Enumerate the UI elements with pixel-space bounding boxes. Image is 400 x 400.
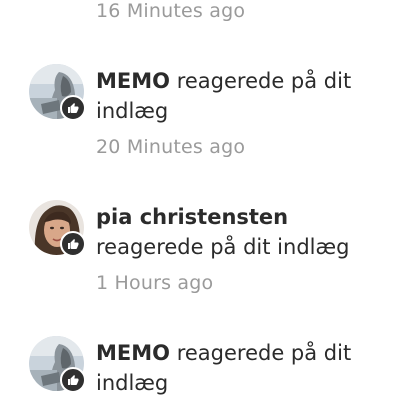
notification-item[interactable]: MEMO reagerede på dit indlæg 20 Minutes … xyxy=(0,62,400,172)
notification-text: pia christensten reagerede på dit indlæg xyxy=(96,202,396,262)
notification-time: 20 Minutes ago xyxy=(96,136,246,158)
notification-item[interactable]: pia christensten reagerede på dit indlæg… xyxy=(0,198,400,308)
notification-item[interactable]: MEMO reagerede på dit indlæg xyxy=(0,334,400,400)
user-name[interactable]: MEMO xyxy=(96,69,170,93)
avatar[interactable] xyxy=(29,336,86,393)
notification-time: 16 Minutes ago xyxy=(96,0,246,22)
user-name[interactable]: pia christensten xyxy=(96,205,288,229)
notification-feed: 16 Minutes ago MEMO reagerede på dit ind… xyxy=(0,0,400,400)
avatar[interactable] xyxy=(29,64,86,121)
user-name[interactable]: MEMO xyxy=(96,341,170,365)
notification-time: 1 Hours ago xyxy=(96,272,214,294)
thumbs-up-icon xyxy=(60,231,86,257)
avatar[interactable] xyxy=(29,200,86,257)
thumbs-up-icon xyxy=(60,95,86,121)
notification-text: MEMO reagerede på dit indlæg xyxy=(96,66,396,126)
thumbs-up-icon xyxy=(60,367,86,393)
notification-action: reagerede på dit indlæg xyxy=(96,235,350,259)
notification-text: MEMO reagerede på dit indlæg xyxy=(96,338,396,398)
